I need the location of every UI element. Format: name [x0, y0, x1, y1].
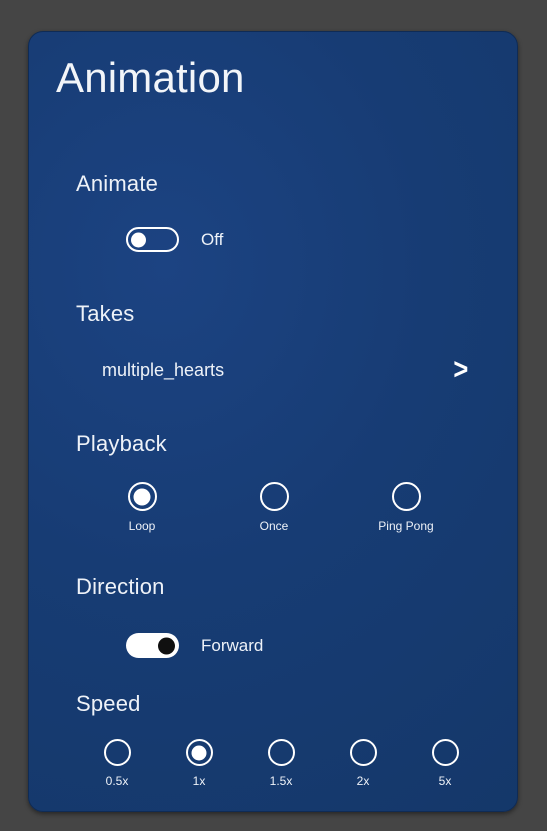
playback-option-ping-pong[interactable]: Ping Pong	[340, 482, 472, 533]
direction-toggle-label: Forward	[201, 635, 264, 655]
speed-radio-group: 0.5x 1x 1.5x 2x 5x	[76, 739, 486, 788]
section-heading-playback: Playback	[76, 431, 167, 456]
speed-option-label: 1.5x	[269, 774, 293, 788]
speed-option-5x[interactable]: 5x	[404, 739, 486, 788]
radio-icon[interactable]	[103, 739, 131, 766]
playback-option-once[interactable]: Once	[208, 482, 340, 533]
animation-settings-panel: Animation Animate Off Takes multiple_hea…	[28, 31, 518, 812]
radio-icon[interactable]	[349, 739, 377, 766]
playback-option-label: Once	[259, 519, 289, 533]
section-heading-takes: Takes	[76, 301, 135, 326]
speed-option-1-5x[interactable]: 1.5x	[240, 739, 322, 788]
direction-toggle-knob	[158, 637, 175, 654]
chevron-right-icon[interactable]: >	[454, 355, 469, 385]
playback-radio-group: Loop Once Ping Pong	[76, 482, 472, 533]
section-heading-animate: Animate	[76, 171, 159, 196]
speed-option-0-5x[interactable]: 0.5x	[76, 739, 158, 788]
radio-icon[interactable]	[185, 739, 213, 766]
radio-icon[interactable]	[431, 739, 459, 766]
radio-icon[interactable]	[259, 482, 289, 511]
page-title: Animation	[56, 54, 245, 101]
animate-toggle-row[interactable]: Off	[126, 227, 223, 252]
takes-selector-row[interactable]: multiple_hearts >	[76, 349, 472, 391]
playback-option-label: Loop	[128, 519, 156, 533]
radio-selected-dot	[191, 745, 207, 760]
radio-icon[interactable]	[127, 482, 157, 511]
animate-toggle-label: Off	[201, 229, 224, 249]
speed-option-label: 1x	[192, 774, 206, 788]
playback-option-label: Ping Pong	[378, 519, 434, 533]
radio-icon[interactable]	[391, 482, 421, 511]
takes-value: multiple_hearts	[102, 359, 225, 380]
radio-selected-dot	[133, 488, 151, 505]
direction-toggle-row[interactable]: Forward	[126, 633, 263, 658]
speed-option-label: 5x	[438, 774, 452, 788]
speed-option-1x[interactable]: 1x	[158, 739, 240, 788]
radio-icon[interactable]	[267, 739, 295, 766]
speed-option-2x[interactable]: 2x	[322, 739, 404, 788]
animate-toggle-knob	[131, 232, 146, 247]
animate-toggle-switch[interactable]	[126, 227, 179, 252]
section-heading-speed: Speed	[76, 691, 141, 716]
speed-option-label: 2x	[356, 774, 370, 788]
speed-option-label: 0.5x	[105, 774, 129, 788]
section-heading-direction: Direction	[76, 574, 165, 599]
playback-option-loop[interactable]: Loop	[76, 482, 208, 533]
direction-toggle-switch[interactable]	[126, 633, 179, 658]
